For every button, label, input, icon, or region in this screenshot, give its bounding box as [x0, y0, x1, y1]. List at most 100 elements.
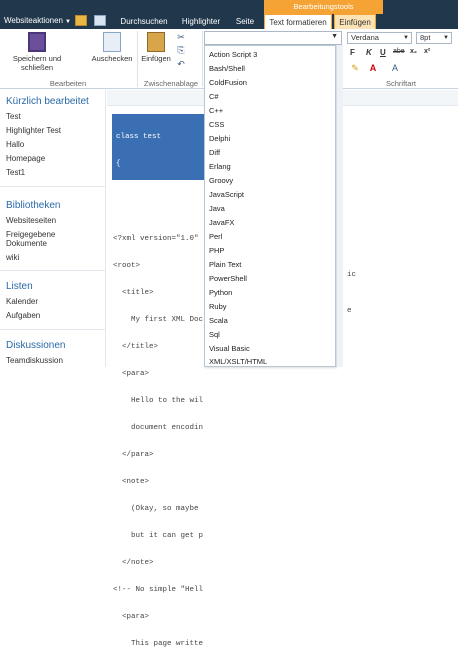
divider [0, 186, 106, 187]
tab-highlighter[interactable]: Highlighter [176, 14, 226, 29]
code-line: <para> [113, 613, 150, 621]
code-line: My first XML Doc [113, 316, 204, 324]
language-option[interactable]: PowerShell [209, 274, 247, 283]
discussion-item[interactable]: Teamdiskussion [6, 356, 63, 365]
code-line: (Okay, so maybe [113, 505, 199, 513]
library-item[interactable]: wiki [6, 253, 19, 262]
font-name-select[interactable]: Verdana ▼ [347, 32, 412, 44]
paste-button[interactable]: Einfügen [139, 32, 173, 63]
language-option[interactable]: XML/XSLT/HTML [209, 357, 267, 366]
divider [0, 270, 106, 271]
code-line: <para> [113, 370, 150, 378]
code-fragment: ic [347, 271, 357, 279]
paste-label: Einfügen [141, 54, 171, 63]
language-option[interactable]: Ruby [209, 302, 227, 311]
language-dropdown-list[interactable]: Action Script 3 Bash/Shell ColdFusion C#… [204, 45, 336, 367]
language-option[interactable]: C# [209, 92, 219, 101]
list-item[interactable]: Kalender [6, 297, 38, 306]
language-option[interactable]: Delphi [209, 134, 230, 143]
language-option[interactable]: Scala [209, 316, 228, 325]
dropdown-scrollbar[interactable] [336, 45, 343, 367]
group-edit-label: Bearbeiten [49, 79, 87, 88]
language-option[interactable]: Sql [209, 330, 220, 339]
language-option[interactable]: Bash/Shell [209, 64, 245, 73]
language-option[interactable]: Plain Text [209, 260, 241, 269]
recent-item[interactable]: Test [6, 112, 21, 121]
tab-insert[interactable]: Einfügen [334, 14, 376, 29]
font-color-icon[interactable]: A [368, 64, 378, 73]
discussions-heading[interactable]: Diskussionen [6, 340, 65, 351]
libraries-heading[interactable]: Bibliotheken [6, 200, 60, 211]
site-actions-label: Websiteaktionen [4, 16, 63, 25]
code-line: Hello to the wil [113, 397, 204, 405]
lists-heading[interactable]: Listen [6, 281, 33, 292]
language-option[interactable]: ColdFusion [209, 78, 247, 87]
recent-item[interactable]: Homepage [6, 154, 45, 163]
undo-icon[interactable]: ↶ [176, 60, 186, 69]
language-option[interactable]: Java [209, 204, 225, 213]
code-line: </note> [113, 559, 154, 567]
chevron-down-icon: ▼ [65, 19, 71, 25]
bold-button[interactable]: F [350, 48, 355, 57]
save-label: Speichern und schließen [12, 54, 62, 72]
strikethrough-button[interactable]: abe [393, 48, 405, 55]
site-actions-menu[interactable]: Websiteaktionen ▼ [4, 14, 71, 29]
paste-icon [147, 32, 165, 52]
recent-item[interactable]: Hallo [6, 140, 24, 149]
code-line: but it can get p [113, 532, 204, 540]
save-close-button[interactable]: Speichern und schließen [2, 32, 72, 72]
language-option[interactable]: Perl [209, 232, 222, 241]
library-item[interactable]: Freigegebene [6, 230, 55, 239]
tab-format-text[interactable]: Text formatieren [264, 14, 332, 29]
code-line: protected void t [116, 187, 207, 195]
recent-item[interactable]: Test1 [6, 168, 25, 177]
font-name-value: Verdana [351, 33, 379, 42]
language-option[interactable]: Python [209, 288, 232, 297]
tab-browse[interactable]: Durchsuchen [116, 14, 172, 29]
italic-button[interactable]: K [366, 48, 372, 57]
font-size-select[interactable]: 8pt ▼ [416, 32, 452, 44]
checkout-button[interactable]: Auschecken [90, 32, 134, 63]
code-line: <?xml version="1.0" [113, 235, 199, 243]
cut-icon[interactable]: ✂ [176, 33, 186, 42]
library-item[interactable]: Dokumente [6, 239, 47, 248]
page-icon[interactable] [94, 15, 106, 26]
code-line: <note> [113, 478, 150, 486]
language-option[interactable]: C++ [209, 106, 223, 115]
code-line: document encodin [113, 424, 204, 432]
language-option[interactable]: Diff [209, 148, 220, 157]
library-item[interactable]: Websiteseiten [6, 216, 56, 225]
save-icon [28, 32, 46, 52]
language-option[interactable]: Action Script 3 [209, 50, 257, 59]
language-option[interactable]: PHP [209, 246, 224, 255]
left-navigation: Kürzlich bearbeitet Test Highlighter Tes… [0, 90, 106, 367]
language-select[interactable]: ▼ [204, 31, 342, 45]
language-option[interactable]: Erlang [209, 162, 231, 171]
highlight-color-icon[interactable]: ✎ [350, 64, 360, 73]
folder-icon[interactable] [75, 15, 87, 26]
language-option[interactable]: JavaFX [209, 218, 234, 227]
language-option[interactable]: Visual Basic [209, 344, 250, 353]
top-bar: Bearbeitungstools Websiteaktionen ▼ Durch… [0, 0, 458, 29]
language-option[interactable]: JavaScript [209, 190, 244, 199]
code-line: </title> [113, 343, 159, 351]
recent-heading[interactable]: Kürzlich bearbeitet [6, 96, 89, 107]
group-clipboard-label: Zwischenablage [143, 79, 199, 88]
tab-page[interactable]: Seite [230, 14, 260, 29]
language-option[interactable]: Groovy [209, 176, 233, 185]
subscript-button[interactable]: x₂ [410, 48, 417, 55]
code-line: <root> [113, 262, 141, 270]
code-line: { [116, 160, 121, 168]
xml-code[interactable]: <?xml version="1.0" <root> <title> My fi… [113, 217, 203, 667]
language-option[interactable]: CSS [209, 120, 224, 129]
underline-button[interactable]: U [380, 48, 386, 57]
copy-icon[interactable]: ⎘ [176, 46, 186, 55]
superscript-button[interactable]: x² [424, 48, 430, 55]
code-line: class test [116, 133, 162, 141]
clear-format-icon[interactable]: A [390, 64, 400, 73]
code-line: <title> [113, 289, 154, 297]
recent-item[interactable]: Highlighter Test [6, 126, 61, 135]
divider [0, 329, 106, 330]
chevron-down-icon: ▼ [443, 35, 449, 41]
list-item[interactable]: Aufgaben [6, 311, 40, 320]
